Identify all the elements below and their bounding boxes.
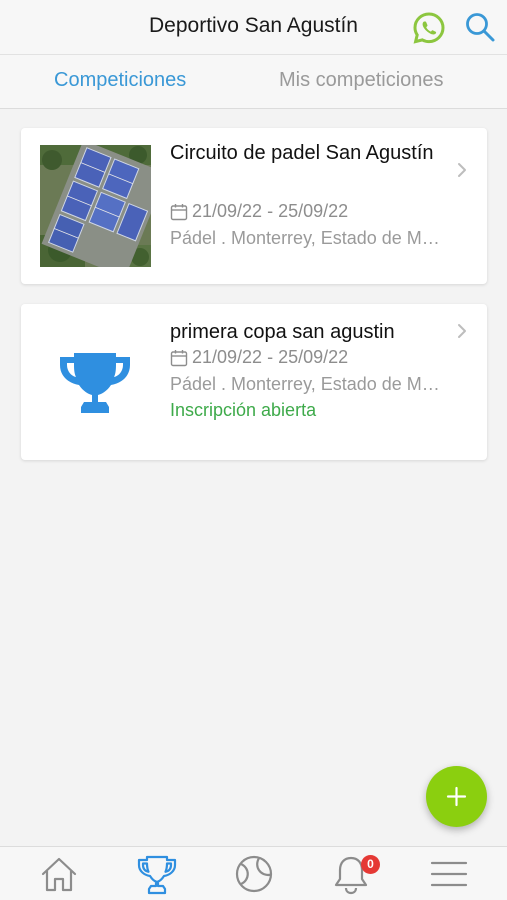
- competition-card[interactable]: primera copa san agustin 21/09/22 - 25/0…: [21, 304, 487, 460]
- nav-matches[interactable]: [229, 852, 279, 896]
- search-icon: [466, 13, 495, 42]
- calendar-icon: [170, 349, 188, 366]
- notification-badge: 0: [361, 855, 380, 874]
- plus-icon: [446, 786, 467, 807]
- competition-dates: 21/09/22 - 25/09/22: [170, 347, 348, 368]
- competition-image: [40, 145, 151, 267]
- competition-location: Pádel . Monterrey, Estado de México: [170, 374, 446, 394]
- tab-bar: Competiciones Mis competiciones: [0, 55, 507, 109]
- competition-title: primera copa san agustin: [170, 321, 395, 343]
- whatsapp-button[interactable]: [412, 11, 446, 45]
- nav-notifications[interactable]: 0: [326, 852, 380, 896]
- nav-menu[interactable]: [424, 852, 474, 896]
- nav-home[interactable]: [34, 852, 84, 896]
- calendar-icon: [170, 203, 188, 220]
- competition-title: Circuito de padel San Agustín: [170, 142, 434, 164]
- chevron-right-icon: [458, 163, 466, 177]
- add-competition-button[interactable]: [426, 766, 487, 827]
- nav-competitions[interactable]: [131, 852, 181, 896]
- registration-status: Inscripción abierta: [170, 400, 317, 420]
- bottom-navigation: 0: [0, 846, 507, 900]
- tennis-ball-icon: [235, 855, 273, 893]
- competition-image: [57, 349, 133, 419]
- aerial-padel-courts-photo: [40, 145, 151, 267]
- home-icon: [41, 857, 77, 892]
- competition-dates: 21/09/22 - 25/09/22: [170, 201, 348, 222]
- tab-mis-competiciones[interactable]: Mis competiciones: [279, 69, 444, 92]
- menu-icon: [430, 861, 468, 887]
- tab-competiciones[interactable]: Competiciones: [54, 69, 186, 92]
- trophy-icon: [60, 353, 130, 413]
- trophy-icon: [137, 855, 177, 895]
- whatsapp-icon: [413, 12, 445, 44]
- chevron-right-icon: [458, 324, 466, 338]
- search-button[interactable]: [464, 11, 496, 43]
- competition-dates-text: 21/09/22 - 25/09/22: [192, 347, 349, 367]
- competition-location: Pádel . Monterrey, Estado de México: [170, 228, 446, 248]
- competition-card[interactable]: Circuito de padel San Agustín 21/09/22 -…: [21, 128, 487, 284]
- app-header: Deportivo San Agustín: [0, 0, 507, 55]
- competition-dates-text: 21/09/22 - 25/09/22: [192, 201, 349, 221]
